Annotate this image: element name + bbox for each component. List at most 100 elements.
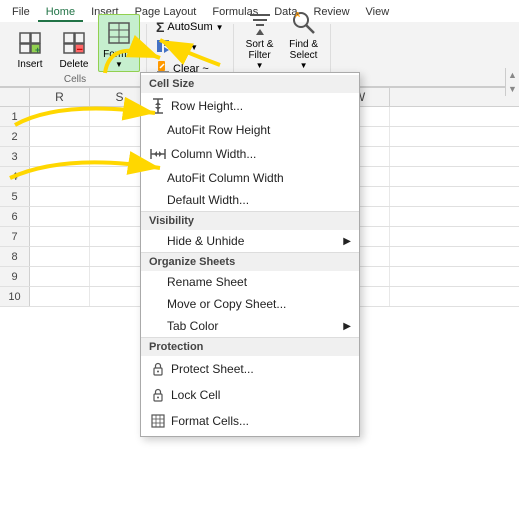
format-dropdown-menu: Cell Size Row Height... AutoFit Row Heig… xyxy=(140,72,360,437)
fill-label: Fill xyxy=(173,42,187,54)
cell-extra[interactable] xyxy=(390,287,519,306)
row-number: 1 xyxy=(0,107,30,126)
svg-text:−: − xyxy=(77,44,83,56)
row-number: 6 xyxy=(0,207,30,226)
move-copy-sheet-label: Move or Copy Sheet... xyxy=(167,297,286,311)
tab-file[interactable]: File xyxy=(4,4,38,22)
tab-color-menu-item[interactable]: Tab Color ▶ xyxy=(141,315,359,337)
ribbon-scroll-down[interactable]: ▼ xyxy=(506,82,519,96)
cell-size-section-header: Cell Size xyxy=(141,75,359,93)
lock-cell-menu-item[interactable]: Lock Cell xyxy=(141,382,359,408)
row-number: 2 xyxy=(0,127,30,146)
column-width-icon xyxy=(149,145,167,163)
autofit-column-width-menu-item[interactable]: AutoFit Column Width xyxy=(141,167,359,189)
insert-icon: + xyxy=(14,27,46,59)
hide-unhide-arrow-icon: ▶ xyxy=(343,236,351,247)
default-width-label: Default Width... xyxy=(167,193,249,207)
svg-text:A: A xyxy=(295,12,300,19)
cell[interactable] xyxy=(30,287,90,306)
default-width-menu-item[interactable]: Default Width... xyxy=(141,189,359,211)
row-number: 4 xyxy=(0,167,30,186)
cell[interactable] xyxy=(30,247,90,266)
format-cells-menu-item[interactable]: Format Cells... xyxy=(141,408,359,434)
cell-extra[interactable] xyxy=(390,207,519,226)
row-height-label: Row Height... xyxy=(171,99,243,113)
organize-sheets-section-header: Organize Sheets xyxy=(141,252,359,271)
cell-extra[interactable] xyxy=(390,107,519,126)
col-header-R[interactable]: R xyxy=(30,88,90,106)
row-number: 8 xyxy=(0,247,30,266)
row-number: 5 xyxy=(0,187,30,206)
cell[interactable] xyxy=(30,167,90,186)
cell-extra[interactable] xyxy=(390,167,519,186)
row-number: 10 xyxy=(0,287,30,306)
autosum-label: AutoSum xyxy=(167,21,212,33)
cell[interactable] xyxy=(30,227,90,246)
cell[interactable] xyxy=(30,127,90,146)
protect-sheet-icon xyxy=(149,360,167,378)
lock-cell-icon xyxy=(149,386,167,404)
cell[interactable] xyxy=(30,267,90,286)
autofit-column-width-label: AutoFit Column Width xyxy=(167,171,284,185)
cell[interactable] xyxy=(30,107,90,126)
delete-icon: − xyxy=(58,27,90,59)
row-num-header xyxy=(0,88,30,106)
hide-unhide-menu-item[interactable]: Hide & Unhide ▶ xyxy=(141,230,359,252)
cell[interactable] xyxy=(30,207,90,226)
tab-color-arrow-icon: ▶ xyxy=(343,321,351,332)
find-select-button[interactable]: A Find &Select ▼ xyxy=(284,5,324,72)
autosum-icon: Σ xyxy=(156,19,164,35)
ribbon-scroll-up[interactable]: ▲ xyxy=(506,68,519,82)
cell-extra[interactable] xyxy=(390,147,519,166)
cell-extra[interactable] xyxy=(390,227,519,246)
find-select-icon: A xyxy=(288,7,320,39)
format-cells-icon xyxy=(149,412,167,430)
row-number: 3 xyxy=(0,147,30,166)
col-header-extra xyxy=(390,88,519,106)
format-button[interactable]: Format ▼ xyxy=(98,14,140,72)
sort-filter-icon xyxy=(244,7,276,39)
rename-sheet-menu-item[interactable]: Rename Sheet xyxy=(141,271,359,293)
cell-extra[interactable] xyxy=(390,127,519,146)
cell[interactable] xyxy=(30,187,90,206)
tab-home[interactable]: Home xyxy=(38,4,83,22)
protect-sheet-label: Protect Sheet... xyxy=(171,362,254,376)
format-icon xyxy=(103,17,135,49)
cell-extra[interactable] xyxy=(390,247,519,266)
column-width-label: Column Width... xyxy=(171,147,256,161)
autosum-button[interactable]: Σ AutoSum ▼ xyxy=(153,18,227,36)
hide-unhide-label: Hide & Unhide xyxy=(167,234,244,248)
cell[interactable] xyxy=(30,147,90,166)
cell-extra[interactable] xyxy=(390,267,519,286)
visibility-section-header: Visibility xyxy=(141,211,359,230)
sort-filter-button[interactable]: Sort &Filter ▼ xyxy=(240,5,280,72)
autofit-row-height-label: AutoFit Row Height xyxy=(167,123,270,137)
row-number: 9 xyxy=(0,267,30,286)
format-label: Format xyxy=(103,49,135,60)
sort-filter-label: Sort &Filter xyxy=(246,39,274,61)
tab-color-label: Tab Color xyxy=(167,319,218,333)
cell-extra[interactable] xyxy=(390,187,519,206)
delete-label: Delete xyxy=(60,59,89,70)
row-height-icon xyxy=(149,97,167,115)
svg-text:+: + xyxy=(35,45,40,55)
cells-group: + Insert − Dele xyxy=(4,24,147,84)
protection-section-header: Protection xyxy=(141,337,359,356)
insert-label: Insert xyxy=(17,59,42,70)
rename-sheet-label: Rename Sheet xyxy=(167,275,247,289)
delete-button[interactable]: − Delete xyxy=(54,25,94,72)
tab-view[interactable]: View xyxy=(358,4,398,22)
protect-sheet-menu-item[interactable]: Protect Sheet... xyxy=(141,356,359,382)
format-cells-label: Format Cells... xyxy=(171,414,249,428)
insert-button[interactable]: + Insert xyxy=(10,25,50,72)
row-height-menu-item[interactable]: Row Height... xyxy=(141,93,359,119)
lock-cell-label: Lock Cell xyxy=(171,388,220,402)
autofit-row-height-menu-item[interactable]: AutoFit Row Height xyxy=(141,119,359,141)
cells-group-label: Cells xyxy=(64,74,86,85)
fill-button[interactable]: Fill ▼ xyxy=(153,38,227,57)
column-width-menu-item[interactable]: Column Width... xyxy=(141,141,359,167)
find-select-label: Find &Select xyxy=(289,39,318,61)
row-number: 7 xyxy=(0,227,30,246)
fill-icon xyxy=(156,39,170,56)
move-copy-sheet-menu-item[interactable]: Move or Copy Sheet... xyxy=(141,293,359,315)
